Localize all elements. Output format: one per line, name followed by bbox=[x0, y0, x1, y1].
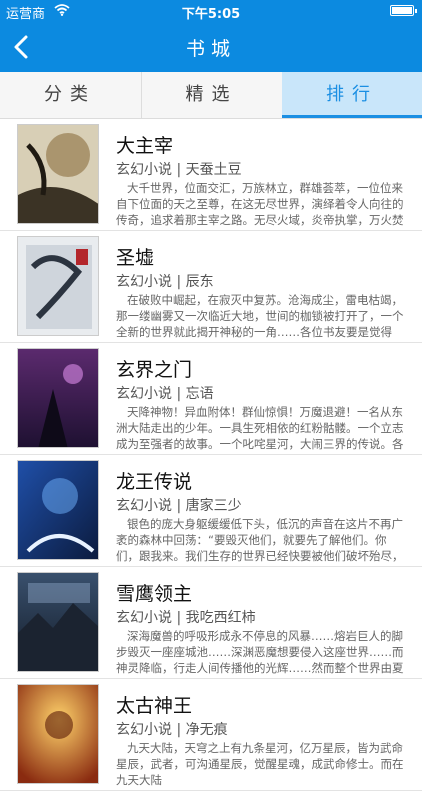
book-cover bbox=[17, 236, 99, 336]
tab-ranking[interactable]: 排行 bbox=[282, 72, 422, 118]
tab-featured[interactable]: 精选 bbox=[141, 72, 281, 118]
book-cover bbox=[17, 348, 99, 448]
book-author: 辰东 bbox=[185, 274, 214, 290]
book-row[interactable]: 玄界之门 玄幻小说 | 忘语 天降神物！异血附体！群仙惊惧！万魔退避！一名从东洲… bbox=[0, 343, 422, 455]
book-meta: 玄幻小说 | 辰东 bbox=[116, 274, 214, 290]
book-author: 我吃西红柿 bbox=[185, 610, 256, 626]
book-cover bbox=[17, 460, 99, 560]
book-description: 九天大陆，天穹之上有九条星河，亿万星辰，皆为武命星辰，武者，可沟通星辰，觉醒星魂… bbox=[116, 741, 404, 787]
book-cover bbox=[17, 684, 99, 784]
book-row[interactable]: 圣墟 玄幻小说 | 辰东 在破败中崛起，在寂灭中复苏。沧海成尘，雷电枯竭，那一缕… bbox=[0, 231, 422, 343]
book-author: 天蚕土豆 bbox=[185, 162, 242, 178]
book-genre: 玄幻小说 bbox=[116, 386, 172, 402]
book-meta: 玄幻小说 | 唐家三少 bbox=[116, 498, 242, 514]
book-cover bbox=[17, 572, 99, 672]
book-meta: 玄幻小说 | 我吃西红柿 bbox=[116, 610, 256, 626]
tab-category[interactable]: 分类 bbox=[0, 72, 140, 118]
book-meta: 玄幻小说 | 天蚕土豆 bbox=[116, 162, 242, 178]
book-author: 忘语 bbox=[185, 386, 214, 402]
book-genre: 玄幻小说 bbox=[116, 722, 172, 738]
book-title: 雪鹰领主 bbox=[116, 583, 193, 605]
tab-bar: 分类 精选 排行 bbox=[0, 72, 422, 119]
book-cover bbox=[17, 124, 99, 224]
book-description: 深海魔兽的呼吸形成永不停息的风暴……熔岩巨人的脚步毁灭一座座城池……深渊恶魔想要… bbox=[116, 629, 404, 675]
book-title: 圣墟 bbox=[116, 247, 155, 269]
book-title: 玄界之门 bbox=[116, 359, 193, 381]
page-title: 书城 bbox=[185, 38, 236, 60]
book-title: 龙王传说 bbox=[116, 471, 193, 493]
book-genre: 玄幻小说 bbox=[116, 498, 172, 514]
book-author: 净无痕 bbox=[185, 722, 228, 738]
status-bar: 运营商 下午5:05 bbox=[0, 0, 422, 22]
book-genre: 玄幻小说 bbox=[116, 274, 172, 290]
navigation-bar: 书城 bbox=[0, 22, 422, 72]
book-description: 大千世界，位面交汇，万族林立，群雄荟萃，一位位来自下位面的天之至尊，在这无尽世界… bbox=[116, 181, 404, 227]
book-meta: 玄幻小说 | 忘语 bbox=[116, 386, 214, 402]
book-row[interactable]: 太古神王 玄幻小说 | 净无痕 九天大陆，天穹之上有九条星河，亿万星辰，皆为武命… bbox=[0, 679, 422, 791]
book-description: 银色的庞大身躯缓缓低下头，低沉的声音在这片不再广袤的森林中回荡：“要毁灭他们，就… bbox=[116, 517, 404, 563]
book-title: 太古神王 bbox=[116, 695, 193, 717]
book-row[interactable]: 雪鹰领主 玄幻小说 | 我吃西红柿 深海魔兽的呼吸形成永不停息的风暴……熔岩巨人… bbox=[0, 567, 422, 679]
book-title: 大主宰 bbox=[116, 135, 174, 157]
battery-icon bbox=[390, 5, 417, 16]
book-author: 唐家三少 bbox=[185, 498, 242, 514]
book-genre: 玄幻小说 bbox=[116, 610, 172, 626]
book-genre: 玄幻小说 bbox=[116, 162, 172, 178]
book-description: 天降神物！异血附体！群仙惊惧！万魔退避！一名从东洲大陆走出的少年。一具生死相依的… bbox=[116, 405, 404, 451]
book-row[interactable]: 龙王传说 玄幻小说 | 唐家三少 银色的庞大身躯缓缓低下头，低沉的声音在这片不再… bbox=[0, 455, 422, 567]
status-time: 下午5:05 bbox=[181, 7, 241, 22]
book-description: 在破败中崛起，在寂灭中复苏。沧海成尘，雷电枯竭，那一缕幽雾又一次临近大地，世间的… bbox=[116, 293, 404, 339]
book-row[interactable]: 大主宰 玄幻小说 | 天蚕土豆 大千世界，位面交汇，万族林立，群雄荟萃，一位位来… bbox=[0, 119, 422, 231]
book-meta: 玄幻小说 | 净无痕 bbox=[116, 722, 228, 738]
